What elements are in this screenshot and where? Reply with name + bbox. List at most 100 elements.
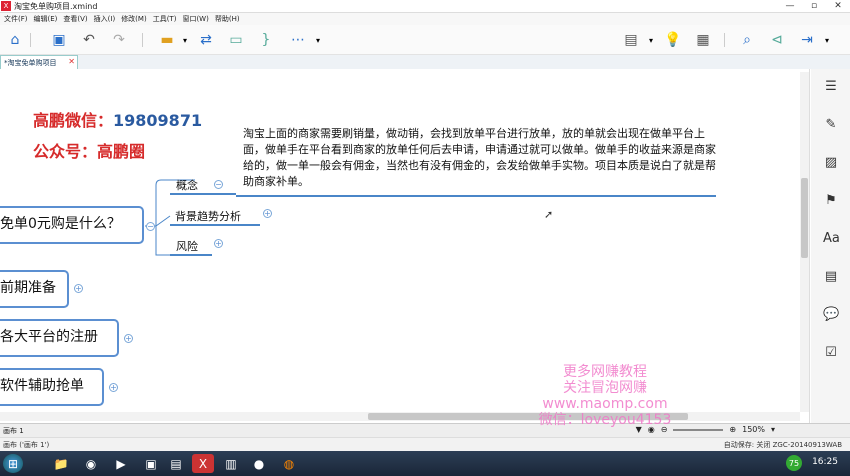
window-controls: — ▫ ✕ [782,0,846,12]
format-brush-icon[interactable]: ✎ [823,117,839,133]
clock[interactable]: 16:25 [812,457,838,467]
subtopic-underline [170,224,260,226]
subtopic-risk[interactable]: 风险 [176,238,198,254]
tray-badge[interactable]: 75 [786,455,802,471]
undo-icon[interactable]: ↶ [80,31,98,49]
menu-help[interactable]: 帮助(H) [215,14,240,24]
scroll-thumb[interactable] [801,178,808,258]
menu-file[interactable]: 文件(F) [4,14,28,24]
xmind-taskbar-icon[interactable]: X [192,454,214,473]
menu-bar: 文件(F) 编辑(E) 查看(V) 插入(I) 修改(M) 工具(T) 窗口(W… [0,13,850,25]
chevron-down-icon[interactable]: ▾ [642,31,660,49]
export-icon[interactable]: ⇥ [798,31,816,49]
relationship-icon[interactable]: ⇄ [197,31,215,49]
expand-icon[interactable]: + [214,239,223,248]
topic-label: 各大平台的注册 [0,329,98,345]
expand-icon[interactable]: + [263,209,272,218]
image-icon[interactable]: ▨ [823,155,839,171]
collapse-icon[interactable]: − [214,180,223,189]
redo-icon[interactable]: ↷ [110,31,128,49]
presentation-icon[interactable]: ▤ [622,31,640,49]
editor-tab-bar: *淘宝免单购项目 ✕ [0,55,850,69]
menu-edit[interactable]: 编辑(E) [34,14,58,24]
share-icon[interactable]: ⊲ [768,31,786,49]
watermark-line: www.maomp.com [542,396,668,412]
chevron-down-icon[interactable]: ▾ [818,31,836,49]
chevron-down-icon[interactable]: ▾ [176,31,194,49]
mouse-cursor: ➚ [544,208,554,221]
subtopic-underline [170,254,212,256]
app-icon[interactable]: ▣ [140,454,162,473]
zoom-in-icon[interactable]: ⊕ [729,425,736,434]
firefox-icon[interactable]: ◍ [278,454,300,473]
maximize-button[interactable]: ▫ [806,1,822,11]
gantt-icon[interactable]: ▦ [694,31,712,49]
topic-software[interactable]: 软件辅助抢单 [0,368,104,406]
expand-icon[interactable]: + [74,284,83,293]
search-icon[interactable]: ⌕ [738,31,756,49]
topic-preparation[interactable]: 前期准备 [0,270,69,308]
comment-icon[interactable]: 💬 [823,307,839,323]
tab-sheet-1[interactable]: 画布 1 [3,426,24,436]
wechat-label: 高鹏微信： [33,111,114,130]
subtopic-background[interactable]: 背景趋势分析 [175,208,241,224]
zoom-level[interactable]: 150% [742,425,765,434]
menu-window[interactable]: 窗口(W) [182,14,208,24]
expand-icon[interactable]: + [124,334,133,343]
status-right: 自动保存: 关闭 ZGC-20140913WAB [723,441,842,449]
app-icon[interactable]: ▤ [165,454,187,473]
app-icon[interactable]: ● [248,454,270,473]
topic-label: 软件辅助抢单 [0,378,84,394]
gzh-note: 公众号：高鹏圈 [33,142,146,161]
start-button[interactable]: ⊞ [3,454,23,473]
vertical-scrollbar[interactable] [800,72,809,412]
outline-icon[interactable]: ☰ [823,79,839,95]
status-bar: 画布 ('画布 1') 自动保存: 关闭 ZGC-20140913WAB [0,437,850,451]
menu-tools[interactable]: 工具(T) [153,14,177,24]
menu-modify[interactable]: 修改(M) [121,14,147,24]
tab-document[interactable]: *淘宝免单购项目 ✕ [0,55,78,69]
more-icon[interactable]: ⋯ [289,31,307,49]
brainstorm-icon[interactable]: 💡 [664,31,682,49]
toolbar-divider [724,33,725,47]
boundary-icon[interactable]: ▭ [227,31,245,49]
wechat-note: 高鹏微信：19809871 [33,107,202,131]
watermark: 更多网赚教程 关注冒泡网赚 www.maomp.com 微信：loveyou41… [530,364,680,428]
close-button[interactable]: ✕ [830,1,846,11]
concept-description[interactable]: 淘宝上面的商家需要刷销量，做动销，会找到放单平台进行放单，放的单就会出现在做单平… [243,126,717,190]
watermark-line: 更多网赚教程 [563,364,647,380]
window-title: 淘宝免单购项目.xmind [14,2,98,11]
title-bar: X 淘宝免单购项目.xmind — ▫ ✕ [0,0,850,13]
minimize-button[interactable]: — [782,1,798,11]
status-left: 画布 ('画布 1') [3,441,50,449]
close-icon[interactable]: ✕ [68,57,75,66]
toolbar-divider [142,33,143,47]
app-icon[interactable]: ▥ [220,454,242,473]
summary-icon[interactable]: } [257,31,275,49]
sheet-bar: 画布 1 ▼ ◉ ⊖ ⊕ 150% ▾ [0,423,850,437]
topic-icon[interactable]: ▬ [158,31,176,49]
menu-view[interactable]: 查看(V) [63,14,87,24]
menu-insert[interactable]: 插入(I) [94,14,116,24]
subtopic-concept[interactable]: 概念 [176,177,198,193]
description-underline [236,195,716,197]
save-icon[interactable]: ▣ [50,31,68,49]
media-icon[interactable]: ▶ [110,454,132,473]
zoom-slider[interactable] [673,428,724,431]
main-topic[interactable]: 免单0元购是什么？ [0,206,144,244]
marker-flag-icon[interactable]: ⚑ [823,193,839,209]
subtopic-underline [170,193,236,195]
style-icon[interactable]: Aa [823,231,840,247]
explorer-icon[interactable]: 📁 [50,454,72,473]
expand-icon[interactable]: + [109,383,118,392]
chrome-icon[interactable]: ◉ [80,454,102,473]
chevron-down-icon[interactable]: ▾ [309,31,327,49]
notes-icon[interactable]: ▤ [823,269,839,285]
home-icon[interactable]: ⌂ [6,31,24,49]
task-icon[interactable]: ☑ [823,345,839,361]
collapse-icon[interactable]: − [146,222,155,231]
chevron-down-icon[interactable]: ▾ [771,425,775,434]
topic-registration[interactable]: 各大平台的注册 [0,319,119,357]
horizontal-scrollbar[interactable] [0,412,800,421]
side-panel: ☰ ✎ ▨ ⚑ Aa ▤ 💬 ☑ [811,69,850,423]
